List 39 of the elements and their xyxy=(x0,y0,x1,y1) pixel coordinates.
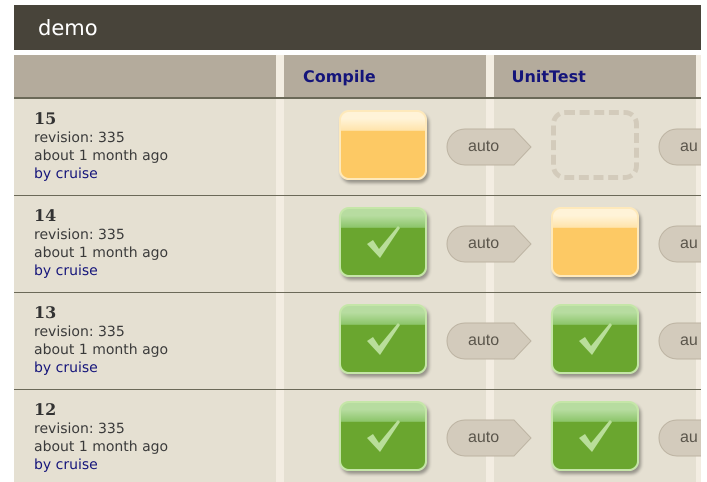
trigger-label: auto xyxy=(446,322,532,360)
stage-passed[interactable] xyxy=(339,401,427,471)
stage-building[interactable] xyxy=(339,110,427,180)
stage-passed[interactable] xyxy=(339,304,427,374)
trigger-label: au xyxy=(658,419,701,457)
time-text: about 1 month ago xyxy=(34,244,170,262)
trigger-label: auto xyxy=(446,419,532,457)
revision-text: revision: 335 xyxy=(34,226,126,244)
run-label: 13 xyxy=(34,303,58,323)
revision-text: revision: 335 xyxy=(34,129,126,147)
stage-building[interactable] xyxy=(551,207,639,277)
stage-passed[interactable] xyxy=(551,304,639,374)
check-icon xyxy=(364,321,402,357)
check-icon xyxy=(576,418,614,454)
time-text: about 1 month ago xyxy=(34,147,170,165)
run-label: 14 xyxy=(34,206,58,226)
author-text: by cruise xyxy=(34,456,99,474)
revision-text: revision: 335 xyxy=(34,420,126,438)
run-label: 15 xyxy=(34,109,58,129)
time-text: about 1 month ago xyxy=(34,438,170,456)
check-icon xyxy=(364,418,402,454)
time-text: about 1 month ago xyxy=(34,341,170,359)
trigger-label: au xyxy=(658,225,701,263)
pipeline-title: demo xyxy=(14,5,701,50)
stage-name[interactable]: UnitTest xyxy=(492,66,701,86)
stage-passed[interactable] xyxy=(551,401,639,471)
author-text: by cruise xyxy=(34,165,99,183)
trigger-label: au xyxy=(658,322,701,360)
run-label: 12 xyxy=(34,400,58,420)
trigger-label: auto xyxy=(446,225,532,263)
author-text: by cruise xyxy=(34,262,99,280)
check-icon xyxy=(576,321,614,357)
trigger-label: auto xyxy=(446,128,532,166)
stage-name[interactable]: Compile xyxy=(284,66,492,86)
author-text: by cruise xyxy=(34,359,99,377)
stage-passed[interactable] xyxy=(339,207,427,277)
revision-text: revision: 335 xyxy=(34,323,126,341)
trigger-label: au xyxy=(658,128,701,166)
check-icon xyxy=(364,224,402,260)
